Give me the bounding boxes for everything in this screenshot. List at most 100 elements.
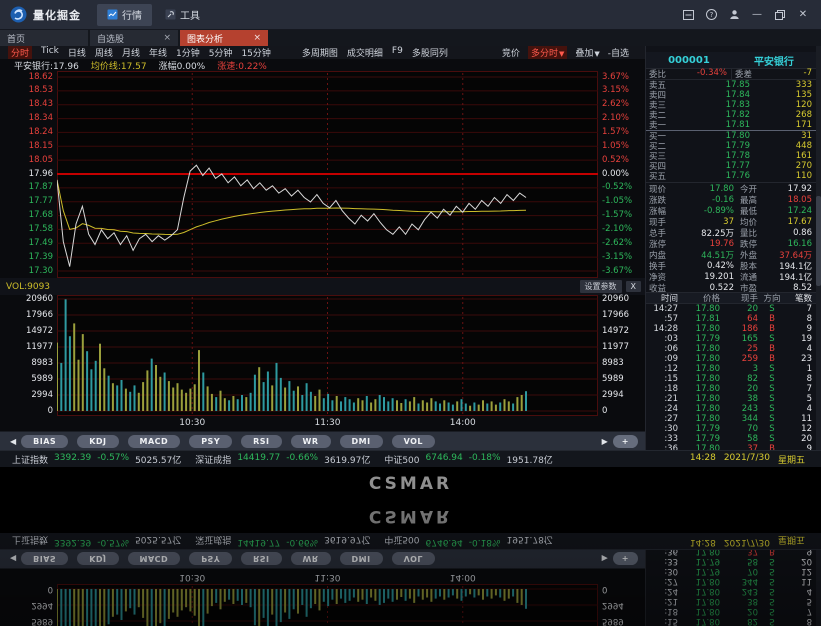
trade-row[interactable]: :3017.7970S12 xyxy=(646,424,816,434)
detail-row: 净资19.201流通194.1亿 xyxy=(646,271,816,282)
svg-text:?: ? xyxy=(709,11,713,19)
volume-chart[interactable]: 209601796614972119778983598929940 209601… xyxy=(0,295,645,416)
trade-list[interactable]: 14:2717.8020S7:5717.8164B814:2817.80186B… xyxy=(646,304,816,450)
view-button[interactable]: 成交明细 xyxy=(347,46,383,59)
reflection-index-turnover: 5025.57亿 xyxy=(135,535,181,548)
period-button[interactable]: 1分钟 xyxy=(176,46,200,59)
view-button[interactable]: 多股同列 xyxy=(412,46,448,59)
indicator-tab-kdj[interactable]: KDJ xyxy=(77,435,118,448)
volume-axis-label: 20960 xyxy=(602,295,629,304)
trade-row[interactable]: 14:2817.80186B9 xyxy=(646,324,816,334)
tab-close-icon[interactable]: × xyxy=(253,33,261,43)
trade-row[interactable]: :3317.7958S20 xyxy=(646,434,816,444)
scrollbar-thumb[interactable] xyxy=(816,196,821,286)
trade-time: :12 xyxy=(646,364,678,374)
period-button[interactable]: 周线 xyxy=(95,46,113,59)
trade-row[interactable]: 14:2717.8020S7 xyxy=(646,304,816,314)
trade-direction: S xyxy=(758,334,786,344)
menu-tools[interactable]: 工具 xyxy=(155,4,210,26)
trade-direction: B xyxy=(758,354,786,364)
help-icon[interactable]: ? xyxy=(705,9,717,21)
index-turnover: 1951.78亿 xyxy=(507,453,553,466)
panel-toggle-icon[interactable] xyxy=(682,9,694,21)
tab-close-icon[interactable]: × xyxy=(163,33,171,43)
toolbar-right-button[interactable]: 多分时▼ xyxy=(528,46,567,59)
indicator-tab-vol[interactable]: VOL xyxy=(392,435,435,448)
trade-row[interactable]: :1817.8020S7 xyxy=(646,384,816,394)
trade-count: 11 xyxy=(786,414,816,424)
trade-row[interactable]: :2417.80243S4 xyxy=(646,404,816,414)
reflection-quote-panel: 000001 平安银行 委比 -0.34% 委差 -7 卖五17.85333卖四… xyxy=(645,550,821,626)
reflection-index-name: 中证500 xyxy=(384,535,419,548)
trade-volume: 344 xyxy=(720,414,758,424)
trade-row[interactable]: :0917.80259B23 xyxy=(646,354,816,364)
user-account-icon[interactable] xyxy=(728,9,740,21)
trade-row[interactable]: :0317.79165S19 xyxy=(646,334,816,344)
scrollbar[interactable] xyxy=(816,46,821,450)
reflection-trade-direction: S xyxy=(758,566,786,576)
reflection-trade-row: :2117.8038S5 xyxy=(646,596,816,606)
tab-active[interactable]: 图表分析× xyxy=(180,30,268,46)
trade-row[interactable]: :0617.8025B4 xyxy=(646,344,816,354)
scroll-left-icon[interactable]: ◀ xyxy=(10,437,16,446)
period-button[interactable]: 月线 xyxy=(122,46,140,59)
menu-market[interactable]: 行情 xyxy=(97,4,152,26)
scroll-right-icon[interactable]: ▶ xyxy=(602,437,608,446)
detail-row: 涨跌-0.16最高18.05 xyxy=(646,194,816,205)
reflection-trade-time: :27 xyxy=(646,576,678,586)
period-button[interactable]: 15分钟 xyxy=(241,46,270,59)
period-button[interactable]: Tick xyxy=(41,46,59,59)
ratio-value: -0.34% xyxy=(697,68,731,80)
close-pane-button[interactable]: X xyxy=(626,281,641,292)
volume-axis-label: 2994 xyxy=(31,391,53,400)
toolbar-right-button[interactable]: -自选 xyxy=(608,46,629,59)
toolbar-right-button[interactable]: 叠加▼ xyxy=(575,46,599,59)
toolbar-right-button[interactable]: 竞价 xyxy=(502,46,520,59)
indicator-tab-psy[interactable]: PSY xyxy=(189,435,232,448)
minimize-button[interactable]: — xyxy=(751,9,763,21)
reflection-volume-axis-label: 0 xyxy=(48,585,53,594)
trade-price: 17.79 xyxy=(678,424,720,434)
indicator-tab-dmi[interactable]: DMI xyxy=(340,435,383,448)
restore-button[interactable] xyxy=(774,9,786,21)
view-button[interactable]: F9 xyxy=(392,46,403,59)
price-axis-left: 18.6218.5318.4318.3418.2418.1518.0517.96… xyxy=(0,71,57,278)
tab-item[interactable]: 首页 xyxy=(0,30,88,46)
stock-header[interactable]: 000001 平安银行 xyxy=(646,52,816,68)
period-button[interactable]: 分时 xyxy=(8,46,32,59)
trade-row[interactable]: :2717.80344S11 xyxy=(646,414,816,424)
indicator-tab-macd[interactable]: MACD xyxy=(128,435,181,448)
order-book-row[interactable]: 买五17.76110 xyxy=(646,171,816,181)
view-group: 多周期图成交明细 F9 多股同列 xyxy=(302,46,457,59)
view-button[interactable]: 多周期图 xyxy=(302,46,338,59)
period-button[interactable]: 年线 xyxy=(149,46,167,59)
indicator-tab-wr[interactable]: WR xyxy=(291,435,331,448)
diff-value: -7 xyxy=(804,68,816,80)
add-indicator-button[interactable]: + xyxy=(613,435,638,448)
settings-params-button[interactable]: 设置参数 xyxy=(580,280,622,293)
indicator-tab-rsi[interactable]: RSI xyxy=(241,435,281,448)
order-book-row[interactable]: 卖一17.81171 xyxy=(646,120,816,130)
reflection-trade-direction: S xyxy=(758,596,786,606)
trade-row[interactable]: :1217.803S1 xyxy=(646,364,816,374)
trade-row[interactable]: :1517.8082S8 xyxy=(646,374,816,384)
detail-value: 17.67 xyxy=(760,217,816,227)
menu-market-label: 行情 xyxy=(122,7,142,22)
trade-header-cell: 现手 xyxy=(720,292,758,304)
indicator-tab-bias[interactable]: BIAS xyxy=(21,435,68,448)
book-price: 17.79 xyxy=(672,141,750,151)
reflection-index-change-pct: -0.66% xyxy=(286,535,318,548)
period-toolbar: 分时Tick日线周线月线年线1分钟5分钟15分钟 多周期图成交明细F9多股同列 … xyxy=(0,46,645,59)
trade-row[interactable]: :5717.8164B8 xyxy=(646,314,816,324)
trade-row[interactable]: :2117.8038S5 xyxy=(646,394,816,404)
detail-value: 0.522 xyxy=(672,283,734,293)
tab-item[interactable]: 自选股× xyxy=(90,30,178,46)
close-button[interactable]: ✕ xyxy=(797,9,809,21)
period-button[interactable]: 5分钟 xyxy=(209,46,233,59)
period-button[interactable]: 日线 xyxy=(68,46,86,59)
reflection-index-ticker: 深证成指14419.77-0.66%3619.97亿 xyxy=(195,535,370,548)
intraday-price-chart[interactable]: 18.6218.5318.4318.3418.2418.1518.0517.96… xyxy=(0,71,645,278)
toolbar-right-label: 多分时 xyxy=(531,49,558,59)
book-volume: 31 xyxy=(750,131,816,141)
reflection-trade-volume: 20 xyxy=(720,606,758,616)
